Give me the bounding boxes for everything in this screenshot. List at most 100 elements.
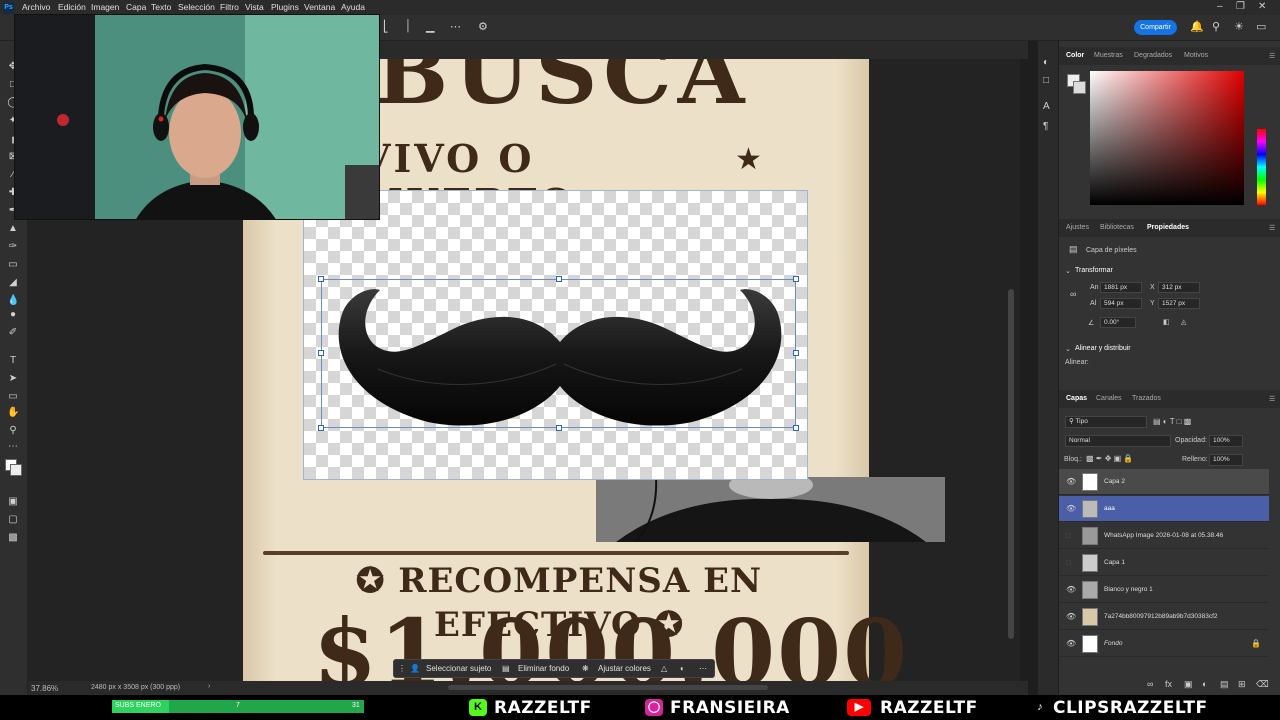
- adjustment-icon[interactable]: ◐: [1202, 679, 1207, 689]
- transform-handle[interactable]: [793, 425, 799, 431]
- adjust-colors-icon[interactable]: ❋: [582, 664, 589, 673]
- chevron-down-icon[interactable]: ⌄: [1065, 345, 1071, 353]
- flip-horizontal-icon[interactable]: ◧: [1163, 318, 1170, 326]
- menu-archivo[interactable]: Archivo: [22, 2, 50, 12]
- character-icon[interactable]: A: [1043, 101, 1050, 112]
- tab-adjustments[interactable]: Ajustes: [1066, 224, 1089, 231]
- layer-row[interactable]: 👁 aaa: [1059, 496, 1269, 522]
- hue-slider[interactable]: [1257, 129, 1266, 205]
- width-field[interactable]: 1881 px: [1100, 282, 1142, 293]
- eye-icon[interactable]: 👁: [1066, 612, 1076, 621]
- bell-icon[interactable]: 🔔: [1190, 20, 1204, 33]
- group-icon[interactable]: ▤: [1220, 679, 1229, 690]
- more-options-icon[interactable]: ⋯: [450, 20, 461, 33]
- tab-paths[interactable]: Trazados: [1132, 395, 1161, 402]
- height-field[interactable]: 594 px: [1100, 298, 1142, 309]
- transform-handle[interactable]: [318, 425, 324, 431]
- angle-field[interactable]: 0.00°: [1100, 317, 1136, 328]
- tab-patterns[interactable]: Motivos: [1184, 52, 1208, 59]
- workspace-icon[interactable]: ▭: [1256, 20, 1266, 33]
- layer-row[interactable]: 👁 Capa 2: [1059, 469, 1269, 495]
- menu-texto[interactable]: Texto: [151, 2, 171, 12]
- transform-handle[interactable]: [793, 276, 799, 282]
- comment-icon[interactable]: □: [1043, 75, 1049, 86]
- vertical-scrollbar[interactable]: [1008, 289, 1014, 639]
- mask-icon[interactable]: ◐: [680, 664, 685, 673]
- tab-properties[interactable]: Propiedades: [1147, 224, 1189, 231]
- chevron-right-icon[interactable]: ›: [208, 683, 210, 690]
- frame-icon[interactable]: ▩: [7, 532, 19, 544]
- menu-filtro[interactable]: Filtro: [220, 2, 239, 12]
- menu-capa[interactable]: Capa: [126, 2, 146, 12]
- transform-handle[interactable]: [793, 350, 799, 356]
- menu-plugins[interactable]: Plugins: [271, 2, 299, 12]
- tab-gradients[interactable]: Degradados: [1134, 52, 1172, 59]
- search-icon[interactable]: ⚲: [1212, 20, 1220, 33]
- link-layers-icon[interactable]: ∞: [1147, 679, 1153, 689]
- paint-bucket-icon[interactable]: ◢: [7, 277, 19, 289]
- panel-menu-icon[interactable]: ☰: [1269, 395, 1275, 403]
- transform-icon[interactable]: △: [661, 664, 667, 673]
- drag-handle-icon[interactable]: ⋮: [398, 664, 406, 673]
- distribute-icon[interactable]: │: [405, 20, 412, 32]
- layer-row[interactable]: □ WhatsApp Image 2026-01-08 at 05.38.46: [1059, 523, 1269, 549]
- mask-icon[interactable]: ▣: [1184, 679, 1193, 690]
- tab-libraries[interactable]: Bibliotecas: [1100, 224, 1134, 231]
- flip-vertical-icon[interactable]: ◬: [1181, 318, 1186, 326]
- menu-imagen[interactable]: Imagen: [91, 2, 119, 12]
- gear-icon[interactable]: ⚙: [478, 20, 488, 33]
- tab-channels[interactable]: Canales: [1096, 395, 1122, 402]
- quick-mask-icon[interactable]: ▣: [7, 496, 19, 508]
- menu-ayuda[interactable]: Ayuda: [341, 2, 365, 12]
- transform-handle[interactable]: [318, 350, 324, 356]
- align-section-title[interactable]: Alinear y distribuir: [1075, 345, 1131, 352]
- layer-row[interactable]: 👁 Blanco y negro 1: [1059, 577, 1269, 603]
- opacity-field[interactable]: 100%: [1209, 435, 1243, 447]
- background-swatch[interactable]: [1073, 81, 1086, 94]
- close-icon[interactable]: ✕: [1258, 1, 1266, 12]
- eye-icon[interactable]: 👁: [1066, 639, 1076, 648]
- remove-background-button[interactable]: Eliminar fondo: [518, 664, 569, 673]
- color-picker-field[interactable]: [1090, 71, 1244, 205]
- paragraph-icon[interactable]: ¶: [1043, 121, 1048, 132]
- color-panel-icon[interactable]: ◐: [1043, 57, 1049, 68]
- eye-icon[interactable]: 👁: [1066, 585, 1076, 594]
- minimize-icon[interactable]: –: [1217, 1, 1223, 12]
- transform-box[interactable]: [318, 276, 799, 431]
- menu-edicion[interactable]: Edición: [58, 2, 86, 12]
- tab-layers[interactable]: Capas: [1066, 395, 1087, 402]
- photoshop-logo-icon[interactable]: Ps: [3, 2, 14, 13]
- filter-icons[interactable]: ▤ ◐ T □ ▩: [1153, 417, 1191, 426]
- screen-mode-icon[interactable]: ▢: [7, 514, 19, 526]
- transform-section-title[interactable]: Transformar: [1075, 267, 1113, 274]
- layer-row[interactable]: 👁 Fondo 🔒: [1059, 631, 1269, 657]
- type-tool-icon[interactable]: T: [7, 355, 19, 367]
- image-icon[interactable]: ▤: [502, 664, 510, 673]
- transform-handle[interactable]: [556, 425, 562, 431]
- y-field[interactable]: 1527 px: [1158, 298, 1200, 309]
- align-icon[interactable]: ⎣: [383, 20, 389, 33]
- lock-icons[interactable]: ▩ ✒ ✥ ▣ 🔒: [1086, 454, 1133, 463]
- eye-hidden-icon[interactable]: □: [1066, 531, 1071, 540]
- eraser-tool-icon[interactable]: ▭: [7, 259, 19, 271]
- layer-row[interactable]: 👁 7a274bb80097912b89ab9b7d30383cf2: [1059, 604, 1269, 630]
- maximize-icon[interactable]: ❐: [1236, 1, 1245, 12]
- menu-ventana[interactable]: Ventana: [304, 2, 335, 12]
- share-button[interactable]: Compartir: [1134, 20, 1177, 35]
- background-color-swatch[interactable]: [10, 464, 22, 476]
- horizontal-scrollbar[interactable]: [448, 685, 768, 690]
- tab-color[interactable]: Color: [1066, 52, 1084, 59]
- trash-icon[interactable]: ⌫: [1256, 679, 1269, 690]
- blend-mode-select[interactable]: Normal: [1065, 435, 1171, 447]
- new-layer-icon[interactable]: ⊞: [1238, 679, 1246, 690]
- align-bottom-icon[interactable]: ▁: [426, 20, 434, 33]
- transform-handle[interactable]: [318, 276, 324, 282]
- chevron-down-icon[interactable]: ⌄: [1065, 267, 1071, 275]
- x-field[interactable]: 312 px: [1158, 282, 1200, 293]
- path-selection-icon[interactable]: ➤: [7, 373, 19, 385]
- zoom-tool-icon[interactable]: ⚲: [7, 425, 19, 437]
- transform-handle[interactable]: [556, 276, 562, 282]
- layer-row[interactable]: □ Capa 1: [1059, 550, 1269, 576]
- menu-seleccion[interactable]: Selección: [178, 2, 215, 12]
- eye-hidden-icon[interactable]: □: [1066, 558, 1071, 567]
